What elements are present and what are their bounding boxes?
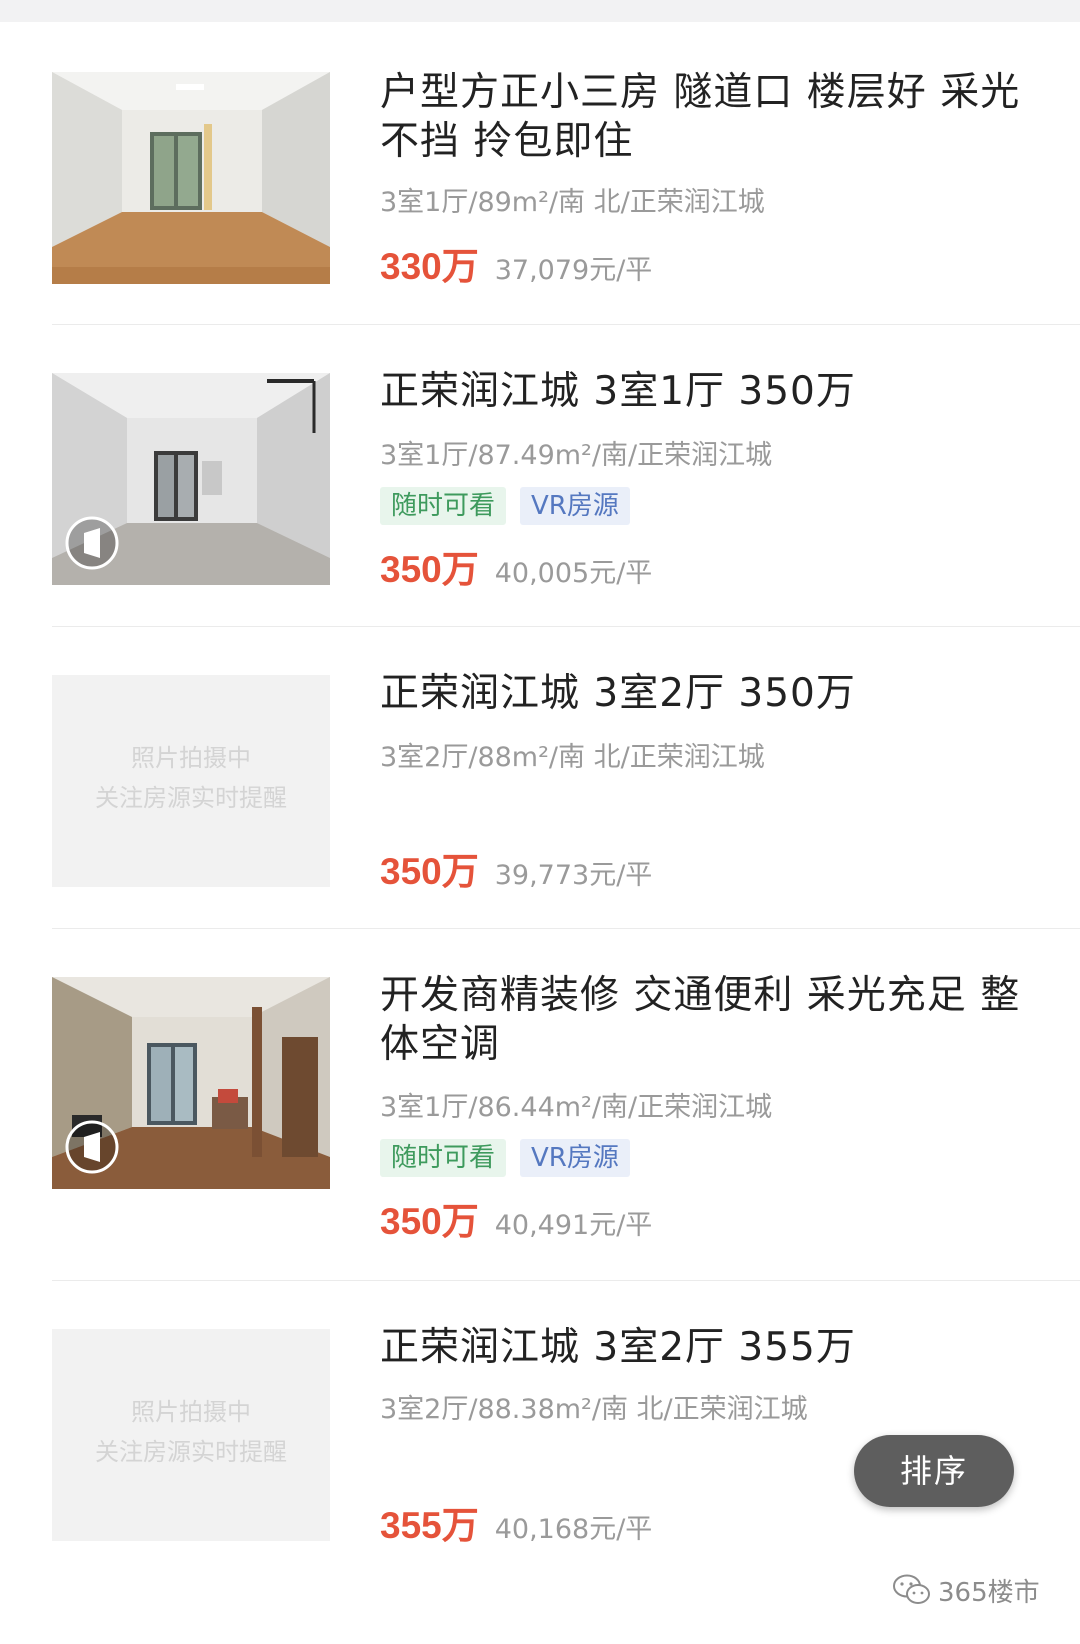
- unit-price: 40,168元/平: [494, 1514, 653, 1545]
- unit-price: 39,773元/平: [494, 860, 653, 891]
- tag-vr: VR房源: [520, 487, 630, 525]
- watermark-text: 365楼市: [938, 1577, 1040, 1608]
- listing-photo-placeholder: 照片拍摄中 关注房源实时提醒: [52, 1329, 330, 1541]
- total-price: 355万: [380, 1505, 479, 1546]
- price-row: 330万 37,079元/平: [380, 236, 652, 290]
- vr-badge-icon: [65, 516, 119, 570]
- tag-vr: VR房源: [520, 1139, 630, 1177]
- listing-title: 户型方正小三房 隧道口 楼层好 采光不挡 拎包即住: [380, 70, 1021, 164]
- unit-price: 37,079元/平: [494, 255, 653, 286]
- placeholder-line: 关注房源实时提醒: [95, 784, 287, 812]
- listing-photo: [52, 373, 330, 585]
- total-price: 350万: [380, 1201, 479, 1242]
- price-row: 350万 40,005元/平: [380, 539, 652, 593]
- listing-title: 正荣润江城 3室1厅 350万: [380, 369, 856, 414]
- listing-card[interactable]: 开发商精装修 交通便利 采光充足 整体空调 3室1厅/86.44m²/南/正荣润…: [52, 929, 1080, 1281]
- listing-meta: 3室1厅/87.49m²/南/正荣润江城: [380, 440, 773, 471]
- listing-meta: 3室2厅/88m²/南 北/正荣润江城: [380, 742, 765, 773]
- listing-card[interactable]: 正荣润江城 3室1厅 350万 3室1厅/87.49m²/南/正荣润江城 随时可…: [52, 325, 1080, 627]
- tag-viewable: 随时可看: [380, 487, 507, 525]
- listing-title: 正荣润江城 3室2厅 350万: [380, 671, 856, 716]
- unit-price: 40,491元/平: [494, 1210, 653, 1241]
- listing-tags: 随时可看 VR房源: [380, 1139, 630, 1177]
- listing-photo-placeholder: 照片拍摄中 关注房源实时提醒: [52, 675, 330, 887]
- unit-price: 40,005元/平: [494, 558, 653, 589]
- listing-meta: 3室2厅/88.38m²/南 北/正荣润江城: [380, 1394, 808, 1425]
- listing-meta: 3室1厅/89m²/南 北/正荣润江城: [380, 187, 765, 218]
- price-row: 355万 40,168元/平: [380, 1495, 652, 1549]
- wechat-icon: [893, 1574, 930, 1604]
- sort-button[interactable]: 排序: [854, 1435, 1014, 1507]
- listing-card[interactable]: 户型方正小三房 隧道口 楼层好 采光不挡 拎包即住 3室1厅/89m²/南 北/…: [52, 22, 1080, 325]
- total-price: 330万: [380, 246, 479, 287]
- top-strip: [0, 0, 1080, 22]
- total-price: 350万: [380, 549, 479, 590]
- placeholder-line: 照片拍摄中: [131, 1398, 251, 1426]
- placeholder-line: 关注房源实时提醒: [95, 1438, 287, 1466]
- listing-card[interactable]: 照片拍摄中 关注房源实时提醒 正荣润江城 3室2厅 350万 3室2厅/88m²…: [52, 627, 1080, 929]
- placeholder-line: 照片拍摄中: [131, 744, 251, 772]
- total-price: 350万: [380, 851, 479, 892]
- tag-viewable: 随时可看: [380, 1139, 507, 1177]
- listing-photo: [52, 72, 330, 284]
- listing-title: 开发商精装修 交通便利 采光充足 整体空调: [380, 973, 1021, 1067]
- watermark: 365楼市: [892, 1570, 1040, 1610]
- price-row: 350万 40,491元/平: [380, 1191, 652, 1245]
- listing-tags: 随时可看 VR房源: [380, 487, 630, 525]
- listing-title: 正荣润江城 3室2厅 355万: [380, 1325, 856, 1370]
- vr-badge-icon: [65, 1120, 119, 1174]
- listing-photo: [52, 977, 330, 1189]
- price-row: 350万 39,773元/平: [380, 841, 652, 895]
- listing-meta: 3室1厅/86.44m²/南/正荣润江城: [380, 1092, 773, 1123]
